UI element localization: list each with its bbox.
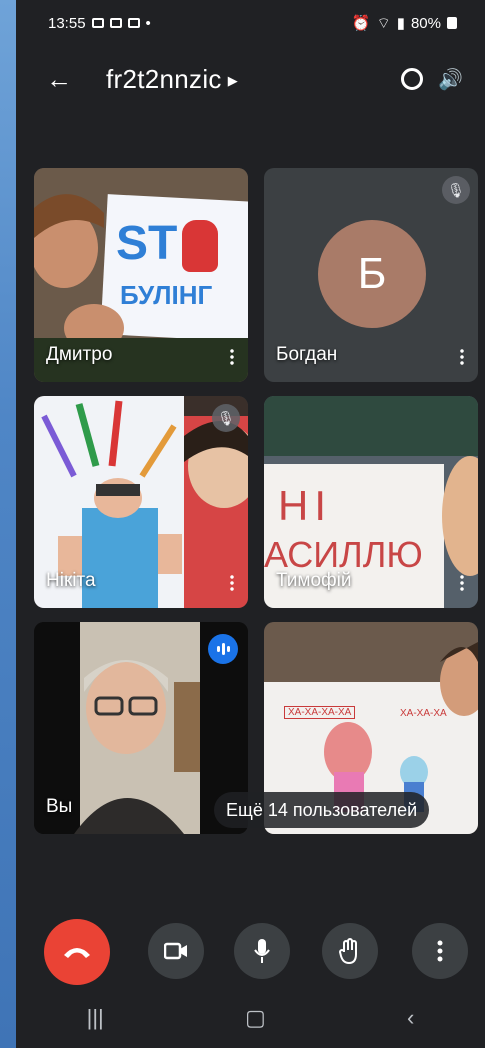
gallery-notification-icon bbox=[91, 18, 104, 28]
drawing-label-right: ХА-ХА-ХА bbox=[400, 708, 447, 719]
participant-name: Дмитро bbox=[46, 344, 113, 365]
back-icon[interactable]: ‹ bbox=[407, 1005, 414, 1031]
participant-name: Богдан bbox=[276, 344, 338, 365]
video-camera-icon bbox=[164, 942, 187, 960]
participant-name: Нікіта bbox=[46, 570, 96, 591]
more-vertical-icon bbox=[437, 940, 443, 962]
meeting-code-button[interactable]: fr2t2nnzic ▶ bbox=[106, 64, 238, 95]
camera-button[interactable] bbox=[148, 923, 204, 979]
participant-name: Тимофій bbox=[276, 570, 352, 591]
recent-apps-icon[interactable]: ||| bbox=[87, 1005, 104, 1031]
participant-tile[interactable]: ST БУЛІНГ Дмитро bbox=[34, 168, 248, 382]
more-vertical-icon[interactable] bbox=[460, 574, 464, 592]
poster-text-top: НІ bbox=[278, 482, 332, 529]
participant-name: Вы bbox=[46, 796, 73, 817]
speaking-indicator-icon bbox=[208, 634, 238, 664]
more-notifications-dot-icon: • bbox=[145, 14, 151, 32]
battery-percent: 80% bbox=[410, 14, 441, 32]
status-right: ⏰ ⌔ ▮ 80% bbox=[352, 14, 457, 33]
hand-drawing bbox=[182, 220, 218, 272]
more-users-badge[interactable]: Ещё 14 пользователей bbox=[214, 792, 430, 828]
meeting-code: fr2t2nnzic bbox=[106, 63, 222, 94]
more-vertical-icon[interactable] bbox=[230, 574, 234, 592]
wifi-icon: ⌔ bbox=[376, 14, 391, 32]
phone-hangup-icon bbox=[64, 948, 90, 958]
media-notification-icon bbox=[127, 18, 140, 28]
call-top-bar: ← fr2t2nnzic ▶ 🔊 bbox=[16, 52, 485, 106]
stop-sign-subtext: БУЛІНГ bbox=[120, 280, 213, 310]
participant-tile[interactable]: 🎙 Нікіта bbox=[34, 396, 248, 608]
microphone-button[interactable] bbox=[234, 923, 290, 979]
audio-bar bbox=[216, 646, 220, 652]
microphone-icon bbox=[254, 939, 270, 963]
audio-bar bbox=[226, 646, 230, 652]
more-vertical-icon[interactable] bbox=[230, 348, 234, 366]
hand-icon bbox=[339, 938, 357, 964]
signal-icon: ▮ bbox=[396, 15, 405, 32]
back-arrow-icon[interactable]: ← bbox=[46, 64, 72, 95]
avatar: Б bbox=[318, 220, 426, 328]
status-left: 13:55 • bbox=[48, 15, 151, 32]
message-notification-icon bbox=[109, 18, 122, 28]
more-vertical-icon[interactable] bbox=[460, 348, 464, 366]
speaker-icon[interactable]: 🔊 bbox=[438, 67, 463, 92]
status-time: 13:55 bbox=[48, 14, 86, 32]
drawing-label-left: ХА-ХА-ХА-ХА bbox=[284, 706, 356, 719]
home-icon[interactable]: ▢ bbox=[245, 1005, 266, 1031]
mic-off-icon: 🎙 bbox=[442, 176, 470, 204]
alarm-icon: ⏰ bbox=[351, 15, 371, 32]
participant-tile[interactable]: НІ АСИЛЛЮ Тимофій bbox=[264, 396, 478, 608]
status-bar: 13:55 • ⏰ ⌔ ▮ 80% bbox=[16, 0, 485, 46]
more-options-button[interactable] bbox=[412, 923, 468, 979]
audio-bar bbox=[221, 643, 225, 655]
raise-hand-button[interactable] bbox=[322, 923, 378, 979]
mic-off-icon: 🎙 bbox=[212, 404, 240, 432]
participant-tile[interactable]: 🎙 Б Богдан bbox=[264, 168, 478, 382]
battery-icon bbox=[447, 17, 457, 29]
meet-call-screen: 13:55 • ⏰ ⌔ ▮ 80% ← fr2t2nnzic ▶ 🔊 ST БУ… bbox=[16, 0, 485, 1048]
stop-sign-text: ST bbox=[116, 217, 178, 270]
call-controls bbox=[16, 915, 485, 989]
system-navigation-bar: ||| ▢ ‹ bbox=[16, 988, 485, 1048]
switch-camera-icon[interactable] bbox=[401, 68, 423, 90]
caret-right-icon: ▶ bbox=[227, 72, 239, 88]
end-call-button[interactable] bbox=[44, 919, 110, 985]
